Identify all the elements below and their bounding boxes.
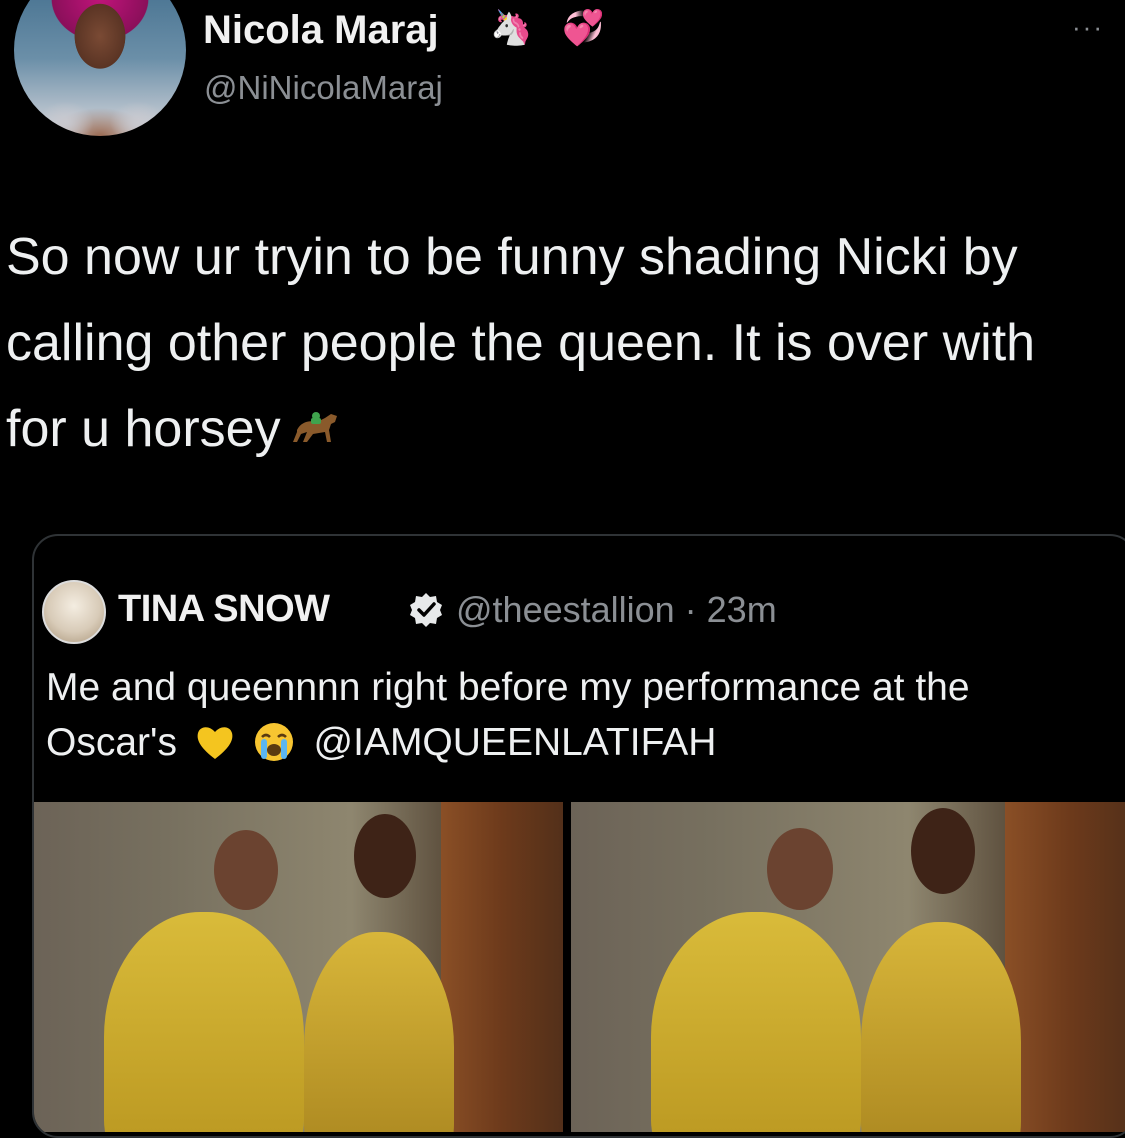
figure-left-head	[214, 830, 278, 910]
author-avatar[interactable]	[14, 0, 186, 136]
quoted-photo-right[interactable]	[571, 802, 1125, 1132]
hearts-icon: 💞	[562, 9, 605, 47]
more-options-icon[interactable]: ···	[1072, 14, 1104, 40]
quoted-handle-timestamp[interactable]: @theestallion · 23m	[456, 588, 777, 632]
figure-right-head	[911, 808, 975, 894]
figure-left-person	[651, 912, 861, 1132]
door-panel	[441, 802, 563, 1132]
figure-left-head	[767, 828, 833, 910]
author-handle[interactable]: @NiNicolaMaraj	[204, 68, 443, 108]
quoted-tweet-text: Me and queennnn right before my performa…	[46, 660, 1106, 770]
tweet-text: So now ur tryin to be funny shading Nick…	[6, 214, 1086, 472]
figure-right-head	[354, 814, 416, 898]
quoted-tweet-card[interactable]: TINA SNOW @theestallion · 23m Me and que…	[32, 534, 1125, 1138]
loudly-crying-face-icon	[254, 723, 293, 761]
unicorn-icon: 🦄	[490, 9, 533, 47]
author-display-name[interactable]: Nicola Maraj	[203, 6, 439, 54]
yellow-heart-icon	[197, 727, 233, 759]
mention-link[interactable]: @IAMQUEENLATIFAH	[314, 721, 717, 764]
quoted-display-name[interactable]: TINA SNOW	[118, 586, 330, 632]
figure-right-person	[304, 932, 454, 1132]
door-panel	[1004, 802, 1125, 1132]
quoted-photo-left[interactable]	[34, 802, 563, 1132]
horse-racing-icon	[292, 412, 337, 442]
figure-right-person	[861, 922, 1021, 1132]
figure-left-person	[104, 912, 304, 1132]
tweet-body: So now ur tryin to be funny shading Nick…	[6, 228, 1036, 458]
verified-badge-icon	[410, 593, 442, 627]
quoted-author-avatar[interactable]	[42, 580, 106, 644]
